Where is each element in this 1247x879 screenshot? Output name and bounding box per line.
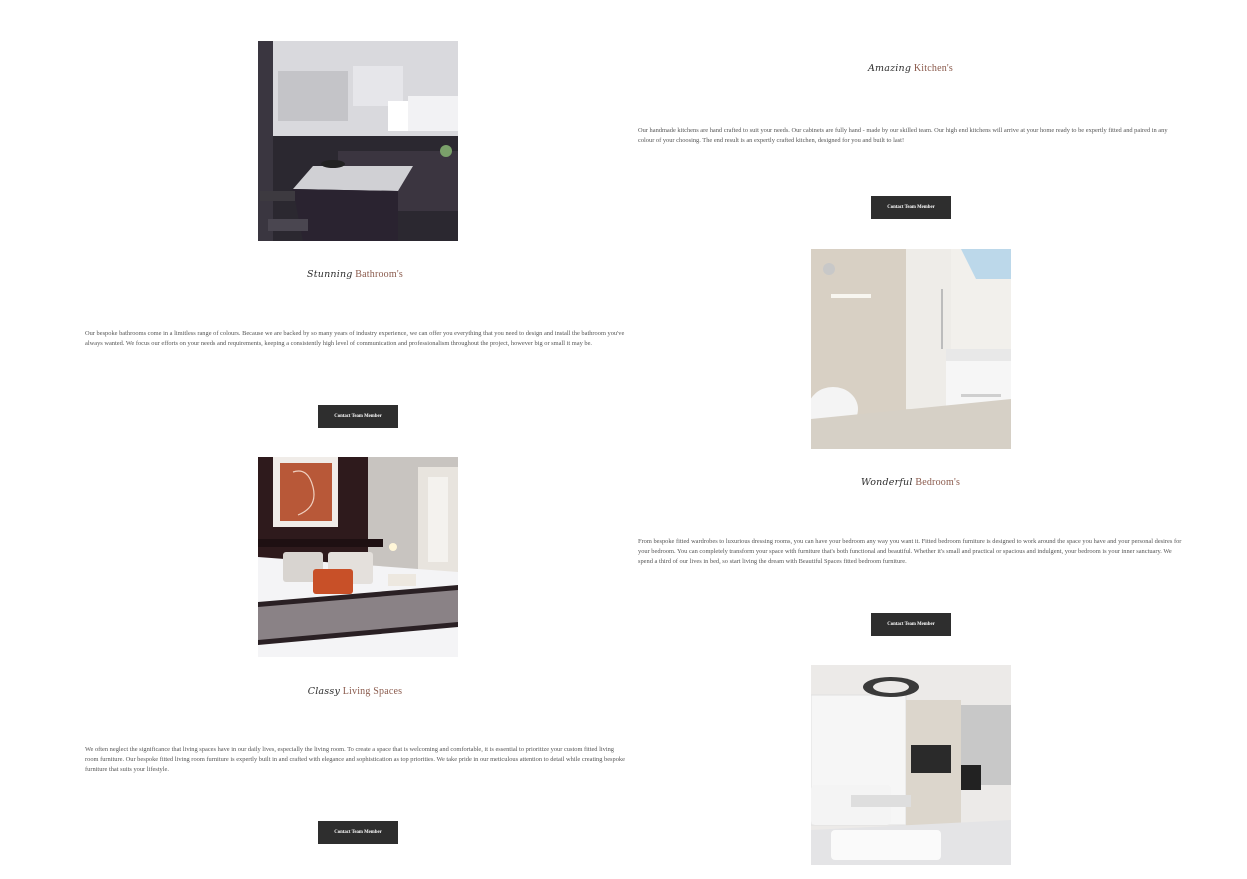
- bedroom-description: From bespoke fitted wardrobes to luxurio…: [638, 538, 1182, 565]
- kitchen-heading: Amazing Kitchen's: [638, 63, 1183, 74]
- bathroom-heading-word: Bathroom's: [355, 269, 403, 280]
- bathroom-image: [811, 249, 1011, 449]
- bedroom-image: [258, 457, 458, 657]
- bedroom-heading-word: Bedroom's: [915, 477, 961, 488]
- bedroom-heading-script: Wonderful: [860, 477, 913, 488]
- bathroom-heading: Stunning Bathroom's: [85, 269, 625, 280]
- kitchen-heading-script: Amazing: [867, 63, 912, 74]
- bedroom-heading: Wonderful Bedroom's: [638, 477, 1183, 488]
- bathroom-heading-script: Stunning: [307, 269, 353, 280]
- living-description: We often neglect the significance that l…: [85, 746, 625, 773]
- kitchen-image: [258, 41, 458, 241]
- living-heading-word: Living Spaces: [342, 686, 403, 697]
- living-contact-button[interactable]: Contact Team Member: [318, 821, 398, 844]
- kitchen-description: Our handmade kitchens are hand crafted t…: [638, 127, 1168, 144]
- living-image: [811, 665, 1011, 865]
- living-heading: Classy Living Spaces: [85, 686, 625, 697]
- bathroom-contact-button[interactable]: Contact Team Member: [318, 405, 398, 428]
- bedroom-contact-button[interactable]: Contact Team Member: [871, 613, 951, 636]
- bathroom-description: Our bespoke bathrooms come in a limitles…: [85, 330, 625, 347]
- living-heading-script: Classy: [307, 686, 341, 697]
- kitchen-contact-button[interactable]: Contact Team Member: [871, 196, 951, 219]
- kitchen-heading-word: Kitchen's: [913, 63, 954, 74]
